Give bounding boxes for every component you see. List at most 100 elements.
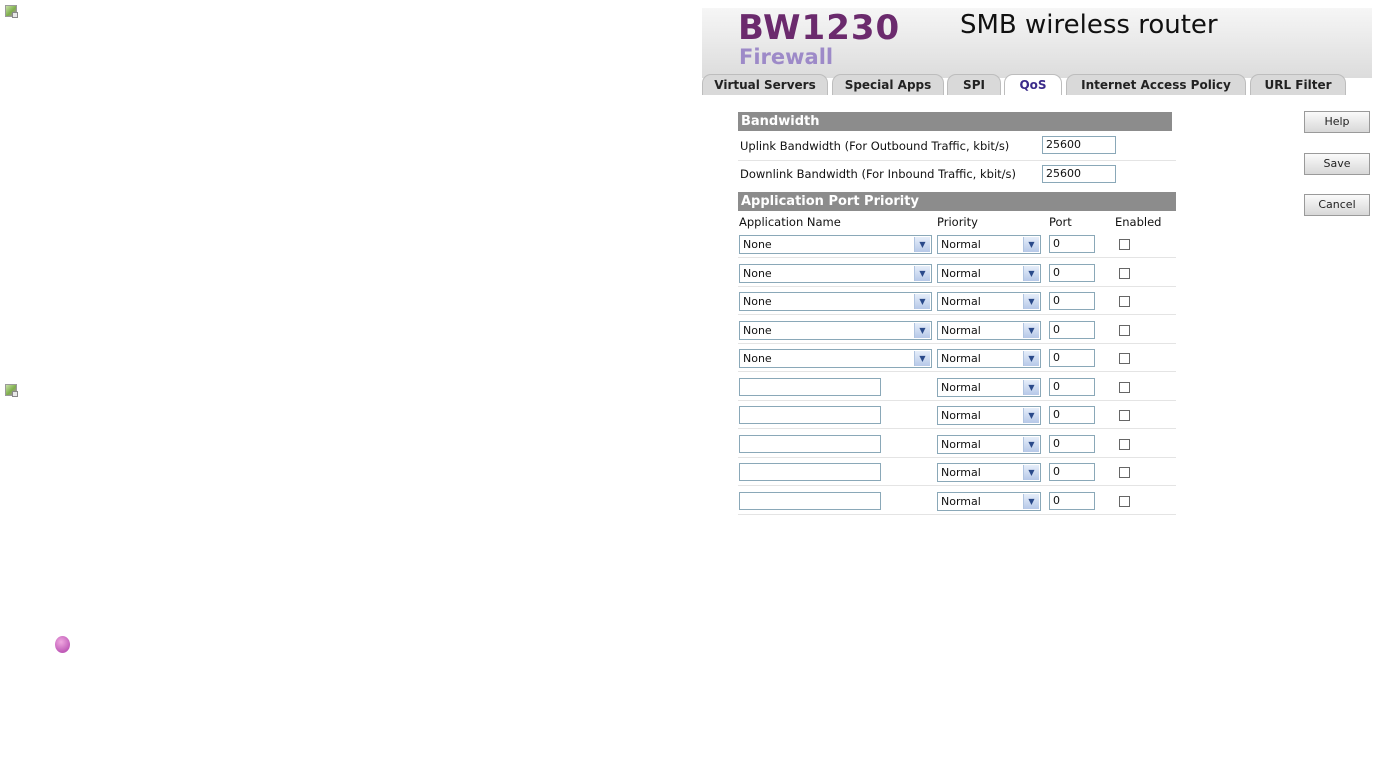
router-header: BW1230 SMB wireless router Firewall: [702, 8, 1372, 78]
port-input[interactable]: 0: [1049, 377, 1095, 396]
enabled-checkbox[interactable]: [1119, 467, 1130, 478]
priority-value: Normal: [941, 409, 981, 422]
priority-select[interactable]: Normal ▼: [937, 463, 1041, 482]
chevron-down-icon: ▼: [914, 265, 930, 281]
divider: [738, 485, 1176, 486]
application-name-input[interactable]: [739, 434, 881, 453]
tab-qos[interactable]: QoS: [1004, 74, 1062, 95]
divider: [738, 160, 1176, 161]
enabled-checkbox[interactable]: [1119, 239, 1130, 250]
application-name-value: None: [743, 238, 772, 251]
chevron-down-icon: ▼: [1023, 237, 1039, 252]
enabled-checkbox[interactable]: [1119, 267, 1130, 279]
application-name-input[interactable]: [739, 491, 881, 510]
chevron-down-icon: ▼: [1023, 408, 1039, 423]
priority-select[interactable]: Normal ▼: [937, 292, 1041, 311]
column-header-priority: Priority: [937, 215, 978, 229]
tab-special-apps[interactable]: Special Apps: [832, 74, 944, 95]
chevron-down-icon: ▼: [1023, 379, 1039, 395]
application-name-select[interactable]: None ▼: [739, 263, 932, 283]
priority-value: Normal: [941, 238, 981, 251]
port-input[interactable]: 0: [1049, 235, 1095, 253]
image-placeholder-icon: [4, 383, 18, 397]
chevron-down-icon: ▼: [914, 351, 930, 366]
application-name-select[interactable]: None ▼: [739, 320, 932, 340]
tab-internet-access-policy[interactable]: Internet Access Policy: [1066, 74, 1246, 95]
priority-value: Normal: [941, 352, 981, 365]
enabled-checkbox[interactable]: [1119, 296, 1130, 307]
divider: [738, 399, 1176, 401]
enabled-checkbox[interactable]: [1119, 353, 1130, 364]
tab-url-filter[interactable]: URL Filter: [1250, 74, 1346, 95]
priority-select[interactable]: Normal ▼: [937, 235, 1041, 254]
divider: [738, 314, 1176, 315]
column-header-application: Application Name: [739, 215, 841, 229]
brand-logo: BW1230: [738, 8, 901, 48]
bullet-dot-icon: [55, 636, 70, 653]
chevron-down-icon: ▼: [914, 294, 930, 309]
chevron-down-icon: ▼: [1023, 351, 1039, 366]
chevron-down-icon: ▼: [1023, 322, 1039, 338]
enabled-checkbox[interactable]: [1119, 495, 1130, 507]
enabled-checkbox[interactable]: [1119, 381, 1130, 393]
priority-select[interactable]: Normal ▼: [937, 349, 1041, 368]
application-name-value: None: [743, 295, 772, 308]
application-name-input[interactable]: [739, 463, 881, 481]
priority-select[interactable]: Normal ▼: [937, 434, 1041, 454]
image-placeholder-icon: [4, 4, 18, 18]
save-button[interactable]: Save: [1304, 153, 1370, 175]
application-name-select[interactable]: None ▼: [739, 349, 932, 368]
application-name-input[interactable]: [739, 406, 881, 424]
divider: [738, 371, 1176, 372]
application-name-select[interactable]: None ▼: [739, 292, 932, 311]
uplink-label: Uplink Bandwidth (For Outbound Traffic, …: [740, 139, 1010, 153]
cancel-button[interactable]: Cancel: [1304, 194, 1370, 216]
tab-spi[interactable]: SPI: [947, 74, 1001, 95]
priority-value: Normal: [941, 437, 981, 451]
uplink-bandwidth-input[interactable]: 25600: [1042, 136, 1116, 154]
router-screenshot: BW1230 SMB wireless router Firewall Virt…: [702, 8, 1372, 519]
chevron-down-icon: ▼: [914, 237, 930, 252]
port-input[interactable]: 0: [1049, 434, 1095, 453]
port-input[interactable]: 0: [1049, 491, 1095, 510]
application-name-select[interactable]: None ▼: [739, 235, 932, 254]
brand-tagline: SMB wireless router: [960, 10, 1218, 40]
application-name-value: None: [743, 266, 772, 280]
downlink-bandwidth-input[interactable]: 25600: [1042, 165, 1116, 183]
chevron-down-icon: ▼: [1023, 465, 1039, 480]
port-input[interactable]: 0: [1049, 463, 1095, 481]
chevron-down-icon: ▼: [1023, 265, 1039, 281]
chevron-down-icon: ▼: [1023, 294, 1039, 309]
port-input[interactable]: 0: [1049, 263, 1095, 282]
divider: [738, 285, 1176, 287]
priority-value: Normal: [941, 295, 981, 308]
tab-bar: Virtual Servers Special Apps SPI QoS Int…: [702, 74, 1372, 96]
priority-value: Normal: [941, 266, 981, 280]
chevron-down-icon: ▼: [914, 322, 930, 338]
port-input[interactable]: 0: [1049, 406, 1095, 424]
application-name-input[interactable]: [739, 377, 881, 396]
help-button[interactable]: Help: [1304, 111, 1370, 133]
divider: [738, 257, 1176, 258]
priority-select[interactable]: Normal ▼: [937, 377, 1041, 397]
port-input[interactable]: 0: [1049, 349, 1095, 367]
priority-select[interactable]: Normal ▼: [937, 491, 1041, 511]
divider: [738, 456, 1176, 458]
column-header-enabled: Enabled: [1115, 215, 1162, 229]
priority-select[interactable]: Normal ▼: [937, 320, 1041, 340]
downlink-label: Downlink Bandwidth (For Inbound Traffic,…: [740, 167, 1016, 181]
chevron-down-icon: ▼: [1023, 493, 1039, 509]
enabled-checkbox[interactable]: [1119, 410, 1130, 421]
tab-virtual-servers[interactable]: Virtual Servers: [702, 74, 828, 95]
port-input[interactable]: 0: [1049, 292, 1095, 310]
priority-value: Normal: [941, 466, 981, 479]
priority-select[interactable]: Normal ▼: [937, 406, 1041, 425]
enabled-checkbox[interactable]: [1119, 438, 1130, 450]
port-input[interactable]: 0: [1049, 320, 1095, 339]
priority-select[interactable]: Normal ▼: [937, 263, 1041, 283]
chevron-down-icon: ▼: [1023, 436, 1039, 452]
divider: [738, 428, 1176, 429]
application-name-value: None: [743, 352, 772, 365]
divider: [738, 342, 1176, 344]
enabled-checkbox[interactable]: [1119, 324, 1130, 336]
